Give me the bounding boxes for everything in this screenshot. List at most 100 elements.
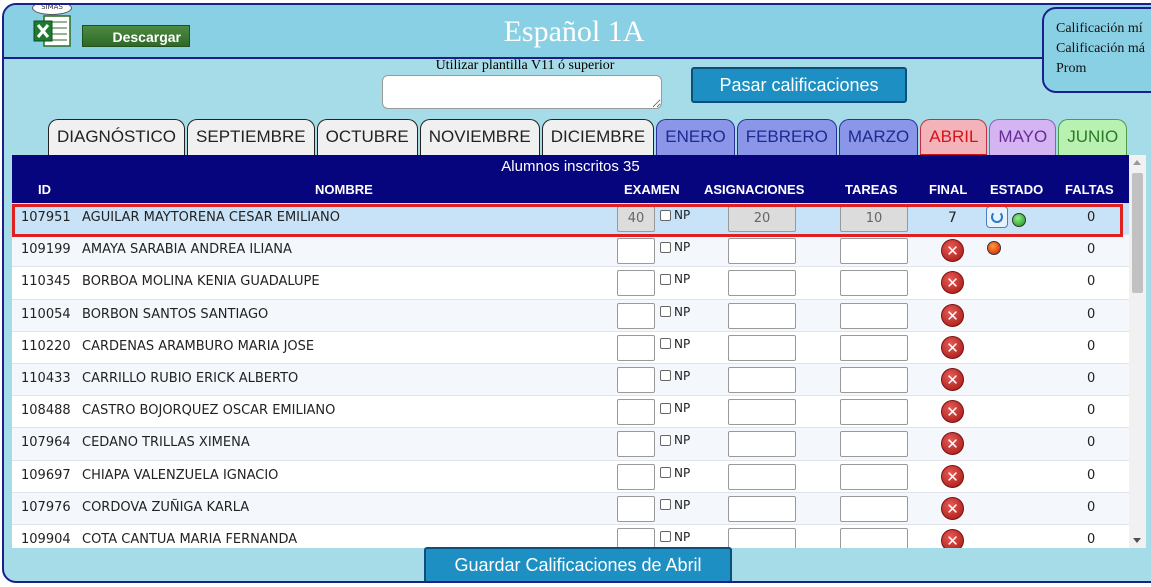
np-checkbox[interactable]: NP [660, 208, 690, 222]
tareas-input[interactable] [840, 302, 908, 329]
checkbox-icon[interactable] [660, 434, 671, 446]
examen-input[interactable] [617, 334, 655, 361]
tab-marzo[interactable]: MARZO [838, 119, 919, 157]
col-id: ID [38, 182, 51, 197]
examen-input[interactable]: 40 [617, 206, 655, 232]
asignaciones-input[interactable]: 20 [728, 206, 796, 232]
grade-summary-box: Calificación mí Calificación má Prom [1042, 7, 1151, 93]
download-button[interactable]: Descargar [82, 25, 190, 47]
examen-input[interactable] [617, 238, 655, 265]
examen-input[interactable] [617, 463, 655, 490]
checkbox-icon[interactable] [660, 338, 671, 350]
np-label: NP [674, 208, 691, 222]
tareas-input[interactable] [840, 334, 908, 361]
asignaciones-input[interactable] [728, 366, 796, 393]
student-id: 110054 [21, 306, 71, 322]
np-label: NP [674, 529, 691, 544]
asignaciones-input[interactable] [728, 238, 796, 265]
examen-input[interactable] [617, 431, 655, 458]
refresh-icon[interactable] [986, 206, 1008, 228]
tareas-input[interactable] [840, 366, 908, 393]
np-checkbox[interactable]: NP [660, 337, 690, 351]
tareas-input[interactable] [840, 238, 908, 265]
excel-icon[interactable] [32, 13, 72, 49]
checkbox-icon[interactable] [660, 531, 671, 543]
np-label: NP [674, 433, 691, 448]
np-checkbox[interactable]: NP [660, 369, 690, 383]
pasar-calificaciones-button[interactable]: Pasar calificaciones [691, 67, 907, 103]
np-checkbox[interactable]: NP [660, 401, 690, 415]
month-tabs: DIAGNÓSTICO SEPTIEMBRE OCTUBRE NOVIEMBRE DIC… [48, 119, 1129, 157]
faltas-value: 0 [1087, 403, 1096, 419]
tab-diagnóstico[interactable]: DIAGNÓSTICO [48, 119, 186, 157]
examen-input[interactable] [617, 270, 655, 297]
student-name: CARRILLO RUBIO ERICK ALBERTO [82, 370, 299, 386]
examen-input[interactable] [617, 399, 655, 426]
examen-input[interactable] [617, 527, 655, 548]
np-checkbox[interactable]: NP [660, 530, 690, 544]
tareas-input[interactable] [840, 270, 908, 297]
tab-diciembre[interactable]: DICIEMBRE [541, 119, 655, 157]
checkbox-icon[interactable] [660, 241, 671, 253]
faltas-value: 0 [1087, 274, 1096, 290]
examen-input[interactable] [617, 366, 655, 393]
checkbox-icon[interactable] [660, 467, 671, 478]
asignaciones-input[interactable] [728, 399, 796, 426]
tab-noviembre[interactable]: NOVIEMBRE [419, 119, 540, 157]
student-name: AMAYA SARABIA ANDREA ILIANA [82, 242, 292, 258]
examen-input[interactable] [617, 302, 655, 329]
scroll-thumb[interactable] [1132, 173, 1143, 293]
scrollbar[interactable] [1129, 155, 1146, 548]
asignaciones-input[interactable] [728, 431, 796, 458]
tab-mayo[interactable]: MAYO [989, 119, 1057, 157]
np-checkbox[interactable]: NP [660, 498, 690, 512]
checkbox-icon[interactable] [660, 273, 671, 285]
tareas-input[interactable]: 10 [840, 206, 908, 232]
guardar-calificaciones-button[interactable]: Guardar Calificaciones de Abril [424, 547, 732, 581]
col-examen: EXAMEN [624, 182, 680, 197]
scroll-down-icon[interactable] [1133, 538, 1141, 543]
np-label: NP [674, 465, 691, 480]
x-error-icon: ✕ [941, 303, 964, 327]
table-row: 109199 AMAYA SARABIA ANDREA ILIANA NP ✕ 0 [12, 235, 1129, 268]
tab-octubre[interactable]: OCTUBRE [316, 119, 418, 157]
np-label: NP [674, 336, 691, 351]
table-row: 107951 AGUILAR MAYTORENA CESAR EMILIANO 40… [12, 203, 1129, 236]
tareas-input[interactable] [840, 495, 908, 522]
template-input[interactable] [382, 75, 662, 109]
checkbox-icon[interactable] [660, 209, 671, 221]
asignaciones-input[interactable] [728, 302, 796, 329]
tareas-input[interactable] [840, 527, 908, 548]
np-checkbox[interactable]: NP [660, 305, 690, 319]
asignaciones-input[interactable] [728, 270, 796, 297]
tareas-input[interactable] [840, 399, 908, 426]
asignaciones-input[interactable] [728, 334, 796, 361]
tareas-input[interactable] [840, 431, 908, 458]
asignaciones-input[interactable] [728, 495, 796, 522]
asignaciones-input[interactable] [728, 463, 796, 490]
np-checkbox[interactable]: NP [660, 272, 690, 286]
tab-abril[interactable]: ABRIL [920, 119, 988, 157]
tab-junio[interactable]: JUNIO [1058, 119, 1128, 157]
title-bar: SIMAS Descargar Español 1A [4, 5, 1151, 59]
x-error-icon: ✕ [941, 271, 964, 295]
checkbox-icon[interactable] [660, 402, 671, 414]
tab-febrero[interactable]: FEBRERO [736, 119, 837, 157]
student-name: BORBOA MOLINA KENIA GUADALUPE [82, 274, 320, 290]
tab-enero[interactable]: ENERO [656, 119, 735, 157]
np-checkbox[interactable]: NP [660, 240, 690, 254]
checkbox-icon[interactable] [660, 499, 671, 511]
tab-septiembre[interactable]: SEPTIEMBRE [187, 119, 315, 157]
examen-input[interactable] [617, 495, 655, 522]
np-checkbox[interactable]: NP [660, 466, 690, 480]
np-checkbox[interactable]: NP [660, 433, 690, 447]
summary-line: Calificación mí [1056, 21, 1143, 36]
checkbox-icon[interactable] [660, 306, 671, 318]
scroll-up-icon[interactable] [1133, 160, 1141, 165]
tareas-input[interactable] [840, 463, 908, 490]
checkbox-icon[interactable] [660, 370, 671, 382]
asignaciones-input[interactable] [728, 527, 796, 548]
table-row: 110345 BORBOA MOLINA KENIA GUADALUPE NP ✕ 0 [12, 267, 1129, 300]
table-body: 107951 AGUILAR MAYTORENA CESAR EMILIANO 40… [12, 203, 1129, 548]
student-name: CHIAPA VALENZUELA IGNACIO [82, 467, 279, 483]
